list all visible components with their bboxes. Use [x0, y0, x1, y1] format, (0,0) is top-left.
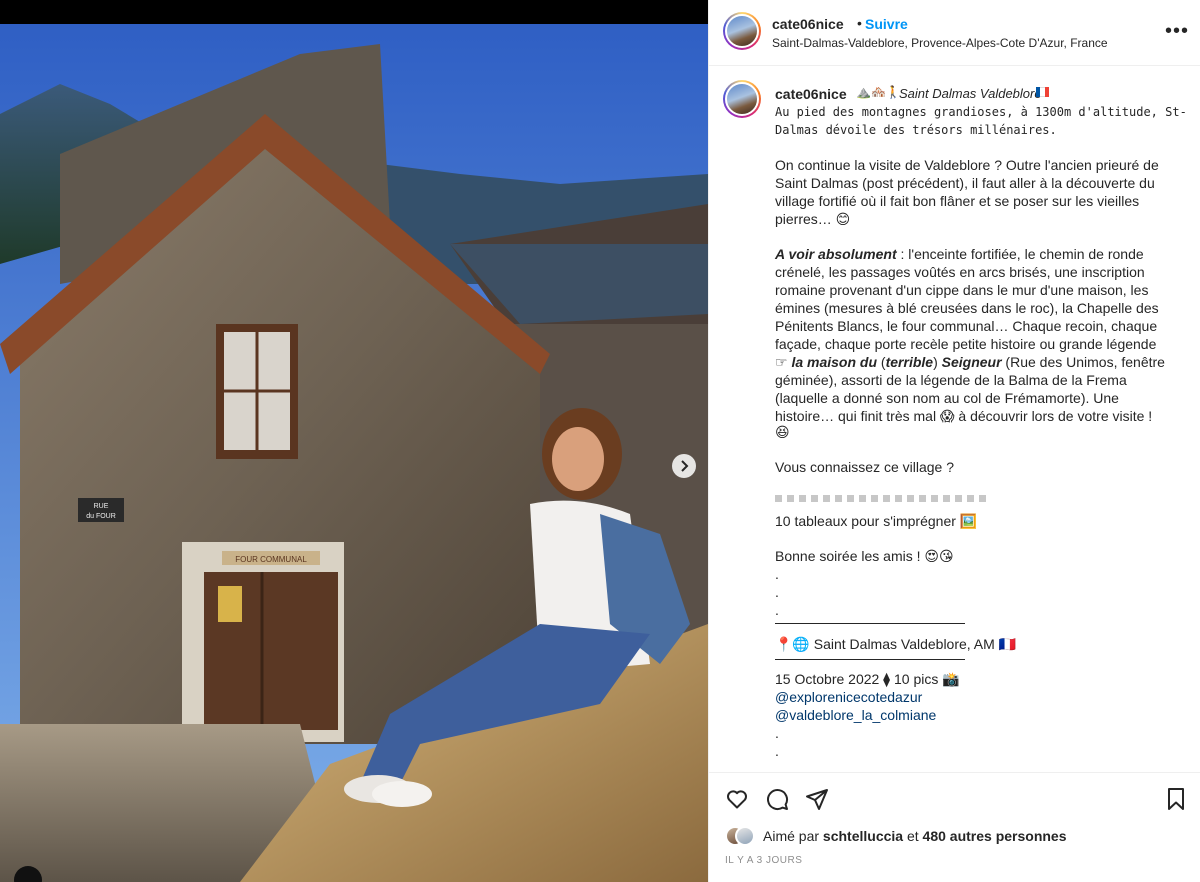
caption-line: géminée), assorti de la légende de la Ba…	[775, 372, 1127, 388]
caption-emphasis: Seigneur	[941, 354, 1002, 370]
liker-username[interactable]: schtelluccia	[823, 828, 903, 844]
svg-text:RUE: RUE	[94, 503, 109, 510]
bookmark-icon[interactable]	[1164, 787, 1188, 811]
post-photo[interactable]: RUE du FOUR FOUR COMMUNAL	[0, 0, 708, 882]
heart-icon[interactable]	[725, 787, 749, 811]
more-options-icon[interactable]: •••	[1165, 21, 1189, 41]
caption-separator-squares	[775, 495, 986, 502]
mention-link[interactable]: @valdeblore_la_colmiane	[775, 706, 936, 724]
caption-title: Saint Dalmas Valdeblore	[899, 86, 1042, 101]
post-actions: Aimé par schtelluccia et 480 autres pers…	[709, 772, 1200, 882]
caption-line: ☞ la maison du (terrible) Seigneur (Rue …	[775, 353, 1165, 371]
post-location[interactable]: Saint-Dalmas-Valdeblore, Provence-Alpes-…	[772, 36, 1108, 50]
likes-prefix: Aimé par	[763, 828, 823, 844]
caption-emojis: ⛰️🏘️🚶	[856, 85, 901, 99]
caption-text: )	[933, 354, 942, 370]
caption-text: (	[877, 354, 886, 370]
comment-icon[interactable]	[765, 787, 789, 811]
caption-emphasis: la maison du	[791, 354, 878, 370]
caption-line: 10 tableaux pour s'imprégner 🖼️	[775, 513, 978, 529]
caption-line: On continue la visite de Valdeblore ? Ou…	[775, 157, 1159, 173]
caption-dot: .	[775, 584, 779, 600]
likes-count-link[interactable]: 480 autres personnes	[923, 828, 1067, 844]
post-date: IL Y A 3 JOURS	[725, 855, 803, 866]
likes-mid: et	[903, 828, 923, 844]
caption-dot: .	[775, 566, 779, 582]
caption-line: Dalmas dévoile des trésors millénaires.	[775, 123, 1057, 137]
caption-line: Bonne soirée les amis ! 😍😘	[775, 548, 954, 564]
french-flag-icon	[1036, 87, 1049, 97]
caption-text: (Rue des Unimos, fenêtre	[1001, 354, 1165, 370]
caption-divider	[775, 659, 965, 660]
caption-username[interactable]: cate06nice	[775, 86, 847, 102]
caption-line: Vous connaissez ce village ?	[775, 459, 954, 475]
photo-top-bar	[0, 0, 708, 24]
caption-emphasis: terrible	[885, 354, 934, 370]
caption-line: histoire… qui finit très mal 😱 à découvr…	[775, 408, 1153, 424]
caption-line: émines (mesures à blé creusées dans le r…	[775, 300, 1159, 316]
follow-button[interactable]: Suivre	[865, 16, 908, 32]
caption-line: façade, chaque porte recèle petite histo…	[775, 336, 1157, 352]
caption-divider	[775, 623, 965, 624]
caption-dot: .	[775, 725, 779, 741]
caption-line: romaine provenant d'un cippe dans le mur…	[775, 282, 1149, 298]
caption-dot: .	[775, 602, 779, 618]
caption-line: 😆	[775, 424, 790, 440]
post-header: cate06nice • Suivre Saint-Dalmas-Valdebl…	[709, 0, 1200, 66]
caption-line: Saint Dalmas (post précédent), il faut a…	[775, 175, 1155, 191]
village-photo: RUE du FOUR FOUR COMMUNAL	[0, 24, 708, 882]
share-icon[interactable]	[805, 787, 829, 811]
caption-avatar[interactable]	[723, 80, 761, 118]
chevron-right-icon	[681, 460, 689, 472]
liker-avatar[interactable]	[735, 826, 755, 846]
caption-line: 15 Octobre 2022 ⧫ 10 pics 📸	[775, 671, 960, 687]
post-caption: cate06nice ⛰️🏘️🚶 Saint Dalmas Valdeblore…	[709, 67, 1200, 770]
caption-text: : l'enceinte fortifiée, le chemin de ron…	[896, 246, 1144, 262]
post-side-panel: cate06nice • Suivre Saint-Dalmas-Valdebl…	[708, 0, 1200, 882]
mention-link[interactable]: @explorenicecotedazur	[775, 688, 922, 706]
svg-text:du FOUR: du FOUR	[86, 513, 116, 520]
next-photo-button[interactable]	[672, 454, 696, 478]
caption-line: Pénitents Blancs, le four communal… Chaq…	[775, 318, 1158, 334]
caption-emphasis: A voir absolument	[775, 246, 897, 262]
svg-text:FOUR COMMUNAL: FOUR COMMUNAL	[235, 555, 307, 564]
caption-line: Au pied des montagnes grandioses, à 1300…	[775, 105, 1187, 119]
caption-line: village fortifié où il fait bon flâner e…	[775, 193, 1140, 209]
caption-dot: .	[775, 743, 779, 759]
likes-summary: Aimé par schtelluccia et 480 autres pers…	[763, 828, 1067, 844]
caption-line: (laquelle a donné son nom au col de Frém…	[775, 390, 1119, 406]
caption-text: ☞	[775, 354, 792, 370]
author-avatar[interactable]	[723, 12, 761, 50]
caption-line: 📍🌐 Saint Dalmas Valdeblore, AM 🇫🇷	[775, 636, 1017, 652]
caption-line: crénelé, les passages voûtés en arcs bri…	[775, 264, 1145, 280]
caption-line: pierres… 😊	[775, 211, 851, 227]
author-username[interactable]: cate06nice	[772, 16, 844, 32]
caption-line: A voir absolument : l'enceinte fortifiée…	[775, 245, 1144, 263]
separator-dot: •	[857, 15, 862, 31]
